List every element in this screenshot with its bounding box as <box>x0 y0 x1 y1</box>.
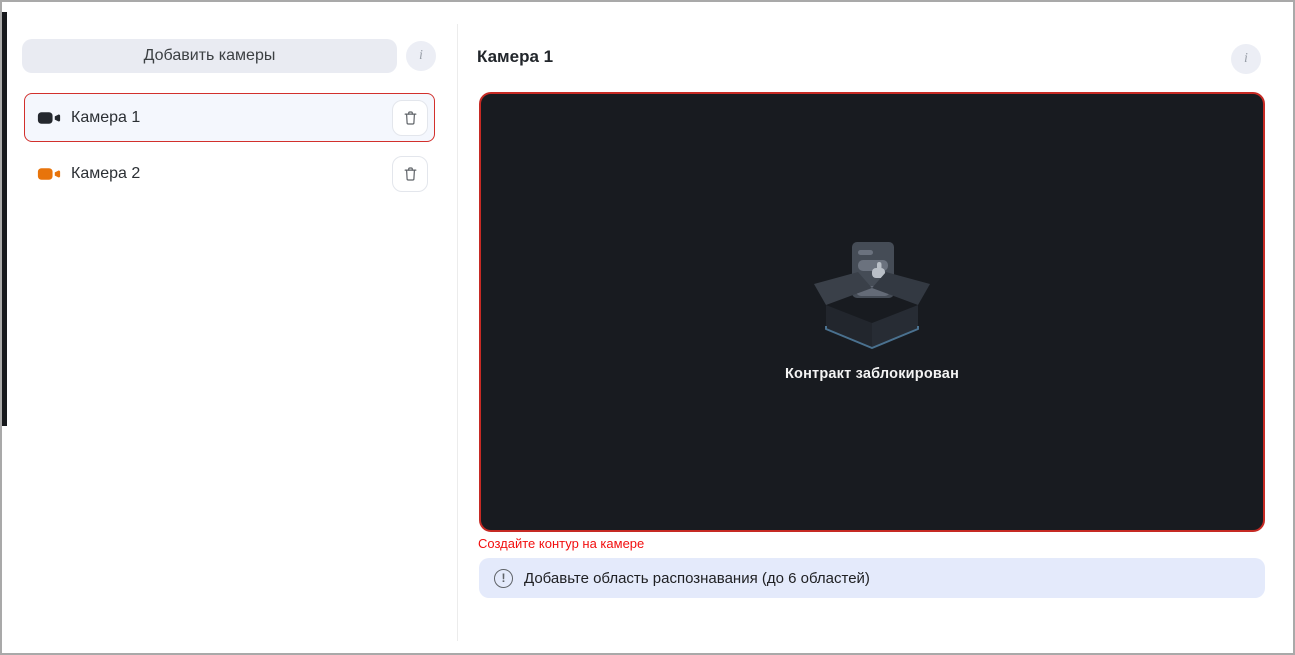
banner-text: Добавьте область распознавания (до 6 обл… <box>524 569 870 587</box>
camera-list-item-2[interactable]: Камера 2 <box>24 149 435 198</box>
drawer-edge <box>2 12 7 426</box>
camera-item-label: Камера 2 <box>71 164 141 182</box>
app-window: Добавить камеры i Камера 1 Камера 2 Каме… <box>0 0 1295 655</box>
sidebar-info-icon[interactable]: i <box>406 41 436 71</box>
video-camera-icon <box>37 110 61 126</box>
delete-camera-button[interactable] <box>392 155 428 192</box>
video-placeholder-text: Контракт заблокирован <box>784 366 960 382</box>
delete-camera-button[interactable] <box>392 99 428 136</box>
recognition-area-banner: ! Добавьте область распознавания (до 6 о… <box>479 558 1265 598</box>
trash-icon <box>404 166 416 181</box>
camera-list-item-1[interactable]: Камера 1 <box>24 93 435 142</box>
info-icon: i <box>419 48 423 63</box>
camera-item-label: Камера 1 <box>71 108 141 126</box>
panel-divider <box>457 24 458 641</box>
main-info-icon[interactable]: i <box>1231 44 1261 74</box>
camera-preview-area[interactable]: Контракт заблокирован <box>479 92 1265 532</box>
contour-error-text: Создайте контур на камере <box>478 536 645 551</box>
empty-box-icon <box>814 242 930 349</box>
video-camera-icon <box>37 166 61 182</box>
trash-icon <box>404 110 416 125</box>
add-cameras-button[interactable]: Добавить камеры <box>22 39 397 73</box>
page-title: Камера 1 <box>477 47 554 66</box>
alert-circle-icon: ! <box>494 568 513 588</box>
info-icon: i <box>1244 51 1248 66</box>
